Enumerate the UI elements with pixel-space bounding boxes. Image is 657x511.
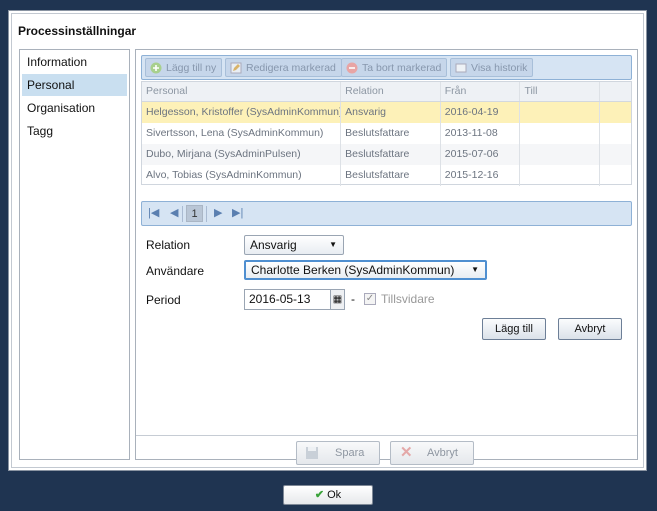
period-from-input[interactable]: 2016-05-13 — [244, 289, 331, 310]
cell-to — [520, 123, 601, 144]
column-header-spacer — [600, 82, 631, 101]
relation-select[interactable]: Ansvarig ▼ — [244, 235, 344, 255]
save-label: Spara — [335, 447, 365, 459]
checkmark-icon: ✔ — [314, 489, 325, 501]
cancel-button[interactable]: Avbryt — [558, 318, 622, 340]
nav-item-organisation[interactable]: Organisation — [22, 97, 127, 119]
calendar-icon[interactable]: ▦ — [331, 289, 345, 310]
cell-spacer — [600, 144, 631, 165]
cell-personal: Sivertsson, Lena (SysAdminKommun) — [142, 123, 342, 144]
cell-from: 2013-11-08 — [441, 123, 521, 144]
table-row[interactable]: Alvo, Tobias (SysAdminKommun) Beslutsfat… — [142, 165, 631, 186]
period-label: Period — [146, 293, 181, 307]
personal-grid: Personal Relation Från Till Helgesson, K… — [141, 81, 632, 186]
edit-selected-button[interactable]: Redigera markerad — [225, 58, 342, 77]
cell-relation: Beslutsfattare — [341, 165, 441, 186]
chevron-down-icon: ▼ — [471, 265, 479, 274]
cell-relation: Beslutsfattare — [341, 123, 441, 144]
relation-select-value: Ansvarig — [250, 238, 297, 252]
nav-item-tagg[interactable]: Tagg — [22, 120, 127, 142]
add-new-button[interactable]: Lägg till ny — [145, 58, 223, 77]
settings-nav: Information Personal Organisation Tagg — [19, 49, 130, 460]
pencil-icon — [230, 62, 242, 74]
cell-relation: Ansvarig — [341, 102, 441, 123]
relation-label: Relation — [146, 238, 191, 252]
dialog-title: Processinställningar — [18, 24, 137, 38]
page-number[interactable]: 1 — [186, 205, 203, 222]
until-further-label: Tillsvidare — [381, 292, 435, 306]
user-label: Användare — [146, 264, 205, 278]
save-button[interactable]: Spara — [296, 441, 380, 465]
period-dash: - — [351, 292, 355, 306]
footer-cancel-button[interactable]: ✕ Avbryt — [390, 441, 474, 465]
show-history-button[interactable]: Visa historik — [450, 58, 534, 77]
show-history-label: Visa historik — [471, 62, 528, 74]
nav-item-information[interactable]: Information — [22, 51, 127, 73]
cell-from: 2016-04-19 — [441, 102, 521, 123]
close-icon: ✕ — [400, 444, 413, 461]
table-row[interactable]: Sivertsson, Lena (SysAdminKommun) Beslut… — [142, 123, 631, 144]
next-page-icon[interactable]: ▶ — [214, 206, 222, 219]
ok-label: Ok — [327, 489, 342, 501]
column-header-to[interactable]: Till — [520, 82, 601, 101]
disk-icon — [306, 447, 318, 459]
process-settings-dialog: Processinställningar Information Persona… — [8, 10, 647, 471]
history-icon — [455, 63, 467, 73]
grid-pager: |◀ ◀ 1 ▶ ▶| — [141, 201, 632, 226]
column-header-relation[interactable]: Relation — [341, 82, 441, 101]
footer-cancel-label: Avbryt — [427, 447, 458, 459]
cell-spacer — [600, 123, 631, 144]
table-row[interactable]: Dubo, Mirjana (SysAdminPulsen) Beslutsfa… — [142, 144, 631, 165]
pager-divider — [206, 206, 207, 222]
cell-from: 2015-12-16 — [441, 165, 521, 186]
cell-to — [520, 165, 601, 186]
cell-personal: Helgesson, Kristoffer (SysAdminKommun) — [142, 102, 342, 123]
delete-selected-button[interactable]: Ta bort markerad — [341, 58, 448, 77]
cell-to — [520, 102, 601, 123]
grid-toolbar: Lägg till ny Redigera markerad Ta bort m… — [141, 55, 632, 80]
cell-relation: Beslutsfattare — [341, 144, 441, 165]
pager-divider — [182, 206, 183, 222]
minus-icon — [346, 62, 358, 74]
last-page-icon[interactable]: ▶| — [232, 206, 243, 219]
prev-page-icon[interactable]: ◀ — [170, 206, 178, 219]
ok-button[interactable]: ✔ Ok — [283, 485, 373, 505]
column-header-personal[interactable]: Personal — [142, 82, 342, 101]
add-new-label: Lägg till ny — [166, 62, 217, 74]
chevron-down-icon: ▼ — [329, 240, 337, 249]
footer-divider — [136, 435, 637, 436]
first-page-icon[interactable]: |◀ — [148, 206, 159, 219]
personal-panel: Lägg till ny Redigera markerad Ta bort m… — [135, 49, 638, 465]
cell-to — [520, 144, 601, 165]
add-button[interactable]: Lägg till — [482, 318, 546, 340]
grid-header: Personal Relation Från Till — [142, 82, 631, 102]
edit-selected-label: Redigera markerad — [246, 62, 336, 74]
nav-item-personal[interactable]: Personal — [22, 74, 127, 96]
table-row[interactable]: Helgesson, Kristoffer (SysAdminKommun) A… — [142, 102, 631, 123]
user-select-value: Charlotte Berken (SysAdminKommun) — [251, 263, 455, 277]
cell-spacer — [600, 165, 631, 186]
plus-icon — [150, 62, 162, 74]
delete-selected-label: Ta bort markerad — [362, 62, 442, 74]
cell-personal: Dubo, Mirjana (SysAdminPulsen) — [142, 144, 342, 165]
user-select[interactable]: Charlotte Berken (SysAdminKommun) ▼ — [244, 260, 487, 280]
cell-personal: Alvo, Tobias (SysAdminKommun) — [142, 165, 342, 186]
cell-spacer — [600, 102, 631, 123]
column-header-from[interactable]: Från — [441, 82, 521, 101]
until-further-checkbox[interactable]: ✓ — [364, 293, 376, 305]
cell-from: 2015-07-06 — [441, 144, 521, 165]
